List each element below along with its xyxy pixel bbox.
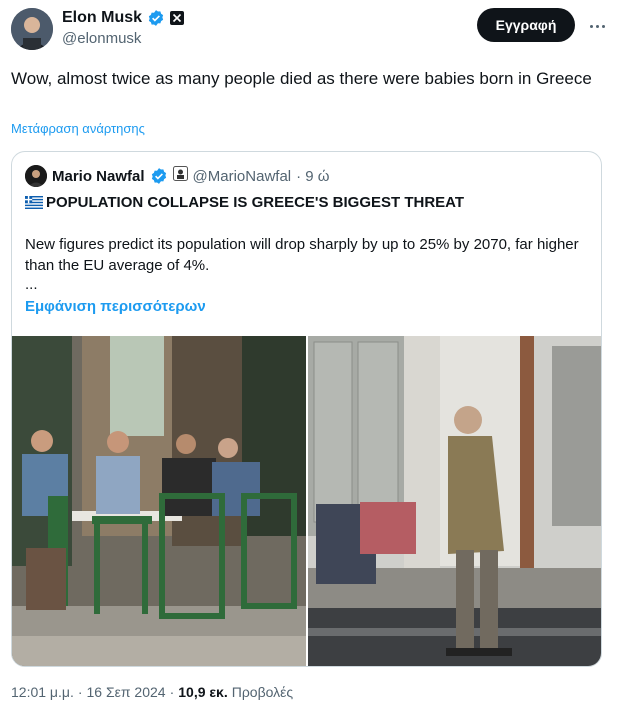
greece-flag-icon <box>25 196 43 209</box>
tweet-text: Wow, almost twice as many people died as… <box>11 69 592 88</box>
quote-title: POPULATION COLLAPSE IS GREECE'S BIGGEST … <box>46 194 465 211</box>
quote-avatar[interactable] <box>25 165 47 187</box>
quote-media[interactable] <box>12 336 601 666</box>
avatar[interactable] <box>11 8 53 50</box>
author-handle[interactable]: @elonmusk <box>62 30 184 47</box>
quote-title-row: POPULATION COLLAPSE IS GREECE'S BIGGEST … <box>25 194 464 211</box>
follow-button[interactable]: Εγγραφή <box>477 8 575 42</box>
quote-ellipsis: ... <box>25 276 38 293</box>
affiliate-badge-icon <box>172 166 188 186</box>
tweet-header: Elon Musk @elonmusk Εγγραφή <box>0 0 640 60</box>
quoted-tweet[interactable]: Mario Nawfal @MarioNawfal · 9 ώ POPULATI… <box>11 151 602 667</box>
verified-badge-icon <box>150 167 168 185</box>
tweet-meta: 12:01 μ.μ. · 16 Σεπ 2024 · 10,9 εκ. Προβ… <box>11 684 293 700</box>
quote-time[interactable]: · 9 ώ <box>296 168 329 185</box>
views-label: Προβολές <box>231 684 294 700</box>
quote-body: New figures predict its population will … <box>25 236 579 274</box>
quote-author-name[interactable]: Mario Nawfal <box>52 168 145 185</box>
views-count: 10,9 εκ. <box>178 684 228 700</box>
translate-link[interactable]: Μετάφραση ανάρτησης <box>11 121 145 136</box>
street-photo[interactable] <box>308 336 601 666</box>
cafe-photo[interactable] <box>12 336 306 666</box>
show-more-link[interactable]: Εμφάνιση περισσότερων <box>25 298 206 315</box>
meta-separator: · <box>77 684 83 700</box>
meta-separator: · <box>169 684 175 700</box>
quote-handle[interactable]: @MarioNawfal <box>193 168 292 185</box>
more-options-icon[interactable] <box>586 16 608 36</box>
tweet-time[interactable]: 12:01 μ.μ. <box>11 684 74 700</box>
tweet-date[interactable]: 16 Σεπ 2024 <box>87 684 166 700</box>
x-logo-icon <box>170 11 185 25</box>
verified-badge-icon <box>147 9 165 27</box>
author-name[interactable]: Elon Musk <box>62 9 142 27</box>
